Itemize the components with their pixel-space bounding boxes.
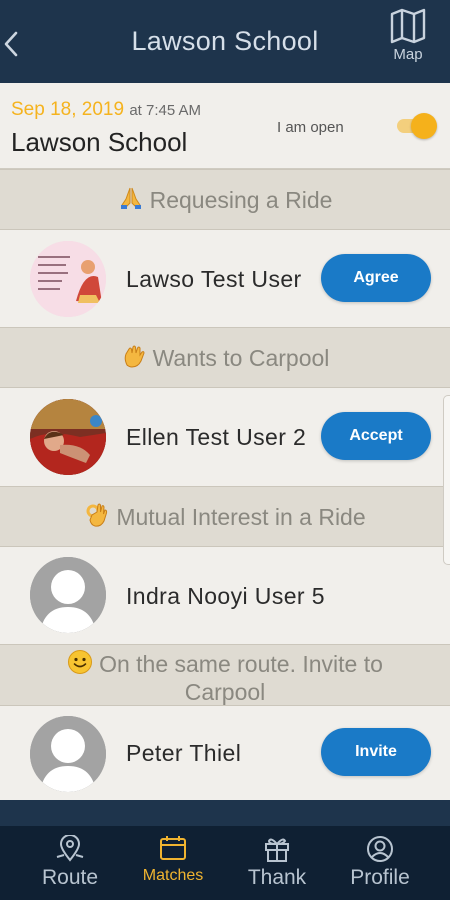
section-title: Wants to Carpool [152, 345, 330, 371]
map-label: Map [393, 46, 423, 63]
user-name: Peter Thiel [126, 740, 242, 766]
waving-hand-icon [124, 345, 145, 368]
agree-button[interactable]: Agree [321, 254, 431, 302]
match-row: Indra Nooyi User 5 [0, 547, 450, 644]
match-row: Lawso Test User Agree [0, 230, 450, 327]
user-name: Indra Nooyi User 5 [126, 583, 325, 609]
map-icon [390, 8, 426, 44]
section-title: On the same route. Invite to [99, 651, 383, 677]
tab-route[interactable]: Route [14, 826, 126, 900]
section-mutual-interest: Mutual Interest in a Ride [0, 486, 450, 547]
user-circle-icon [367, 836, 393, 862]
invite-button[interactable]: Invite [321, 728, 431, 776]
avatar[interactable] [30, 716, 106, 792]
open-label: I am open [277, 119, 344, 136]
tab-label: Matches [142, 867, 204, 884]
avatar[interactable] [30, 241, 106, 317]
avatar[interactable] [30, 399, 106, 475]
tab-thank[interactable]: Thank [221, 826, 333, 900]
event-date: Sep 18, 2019 [11, 99, 125, 120]
open-toggle[interactable] [393, 113, 437, 139]
section-requesting-ride: Requesing a Ride [0, 169, 450, 230]
default-avatar-icon [30, 557, 106, 633]
scroll-handle[interactable] [443, 395, 450, 565]
section-title-line-1: On the same route. Invite to [0, 649, 450, 678]
user-photo-icon [30, 241, 106, 317]
calendar-icon [160, 836, 186, 860]
tab-matches[interactable]: Matches [117, 826, 229, 900]
avatar[interactable] [30, 557, 106, 633]
user-name: Ellen Test User 2 [126, 424, 307, 450]
map-pin-icon [56, 835, 84, 862]
folded-hands-icon [120, 187, 141, 209]
tab-label: Thank [247, 866, 307, 889]
gift-icon [265, 838, 289, 862]
section-title: Mutual Interest in a Ride [116, 504, 366, 530]
chevron-left-icon [4, 31, 18, 57]
section-wants-carpool: Wants to Carpool [0, 327, 450, 388]
user-photo-icon [30, 399, 106, 475]
default-avatar-icon [30, 716, 106, 792]
map-button[interactable]: Map [380, 8, 436, 74]
back-button[interactable] [0, 24, 30, 64]
tab-label: Profile [350, 866, 410, 889]
accept-button[interactable]: Accept [321, 412, 431, 460]
tab-bar: Route Matches Thank Profile [0, 826, 450, 900]
ok-hand-icon [86, 503, 108, 527]
section-same-route: On the same route. Invite to Carpool [0, 644, 450, 706]
tab-label: Route [41, 866, 99, 889]
section-title: Requesing a Ride [149, 187, 333, 213]
page-title: Lawson School [131, 26, 319, 56]
event-name: Lawson School [11, 127, 188, 157]
event-time: at 7:45 AM [129, 102, 202, 119]
user-name: Lawso Test User [126, 266, 302, 292]
event-card: Sep 18, 2019 at 7:45 AM Lawson School [0, 83, 450, 169]
bottom-stripe [0, 800, 450, 826]
event-date-line: Sep 18, 2019 at 7:45 AM [11, 99, 201, 121]
match-row: Peter Thiel Invite [0, 706, 450, 800]
toggle-knob [411, 113, 437, 139]
match-row: Ellen Test User 2 Accept [0, 388, 450, 486]
app-header: Lawson School Map [0, 0, 450, 83]
section-title-line-2: Carpool [184, 679, 266, 705]
tab-profile[interactable]: Profile [324, 826, 436, 900]
smiling-face-icon [68, 650, 93, 674]
